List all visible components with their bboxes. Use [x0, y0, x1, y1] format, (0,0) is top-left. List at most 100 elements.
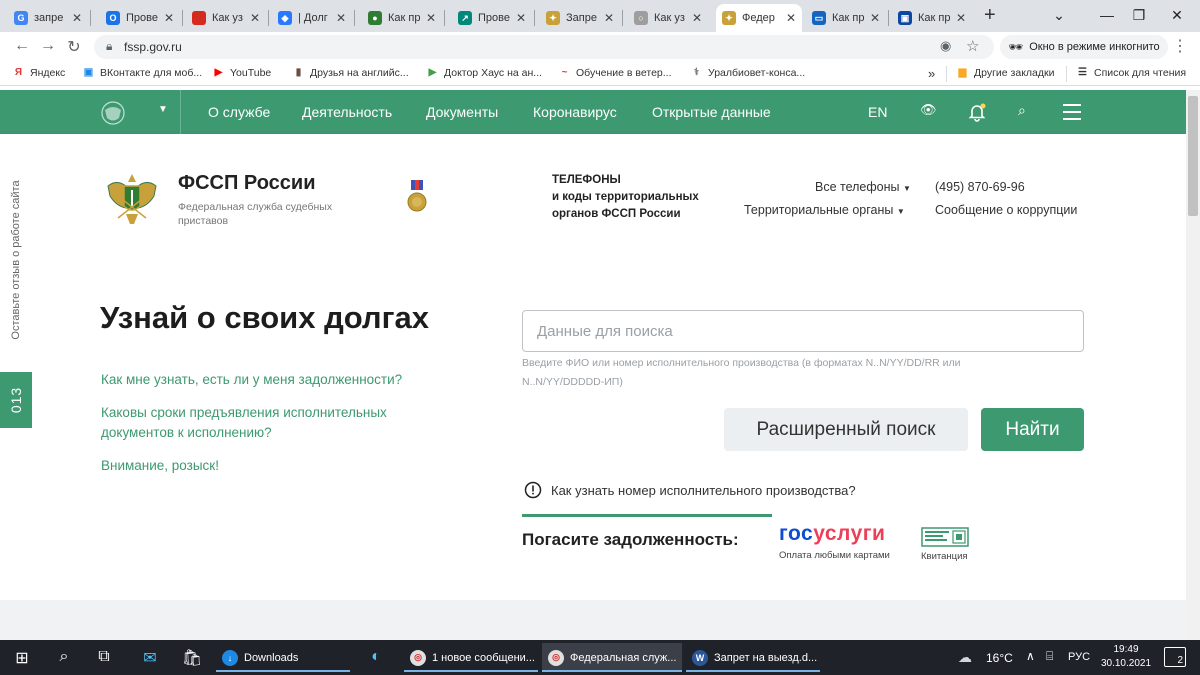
browser-tab[interactable]: Как уз ✕: [186, 4, 266, 32]
bookmark-item[interactable]: ▣ ВКонтакте для моб...: [82, 66, 202, 79]
nav-item-about[interactable]: О службе: [208, 104, 270, 120]
browser-tab[interactable]: O Прове ✕: [100, 4, 180, 32]
accessibility-eye-icon[interactable]: 👁︎: [920, 102, 937, 118]
bookmark-star-icon[interactable]: ☆: [966, 37, 979, 55]
mail-icon[interactable]: ✉: [138, 648, 162, 668]
browser-tab-strip: Gзапре ✕ O Прове ✕ Как уз ✕ ◆ | Долг ✕ ● Как пр ✕ ↗ Пр…: [0, 0, 1200, 32]
tab-search-icon[interactable]: ⌄: [1036, 0, 1082, 30]
store-icon[interactable]: 🛍︎: [180, 648, 204, 668]
browser-tab[interactable]: ↗ Прове ✕: [452, 4, 532, 32]
close-tab-icon[interactable]: ✕: [426, 11, 436, 25]
search-input[interactable]: [522, 310, 1084, 352]
gosuslugi-payment[interactable]: госуслуги Оплата любыми картами: [779, 522, 890, 561]
vk-icon: ▣: [83, 67, 94, 78]
debt-check-link[interactable]: Как мне узнать, есть ли у меня задолженн…: [101, 370, 402, 390]
deadlines-link[interactable]: Каковы сроки предъявления исполнительных…: [101, 403, 411, 443]
fssp-eagle-logo-icon[interactable]: [104, 168, 160, 228]
all-phones-dropdown[interactable]: Все телефоны ▼: [815, 180, 911, 194]
how-to-know-link[interactable]: Как узнать номер исполнительного произво…: [551, 483, 856, 498]
close-tab-icon[interactable]: ✕: [72, 11, 82, 25]
receipt-payment[interactable]: Квитанция: [921, 527, 969, 562]
other-bookmarks[interactable]: ▆ Другие закладки: [956, 66, 1055, 79]
receipt-caption: Квитанция: [921, 551, 968, 562]
scrollbar-thumb[interactable]: [1188, 96, 1198, 216]
browser-tab[interactable]: ◆ | Долг ✕: [272, 4, 352, 32]
notifications-bell-icon[interactable]: [966, 101, 988, 123]
taskbar-item[interactable]: ◎ 1 новое сообщени...: [404, 643, 538, 672]
bookmark-item[interactable]: ▶ Доктор Хаус на ан...: [426, 66, 542, 79]
clock[interactable]: 19:49 30.10.2021: [1098, 643, 1154, 671]
back-icon[interactable]: ←: [12, 37, 32, 55]
reading-list[interactable]: ☰ Список для чтения: [1076, 66, 1186, 79]
gosuslugi-caption: Оплата любыми картами: [779, 550, 890, 561]
close-tab-icon[interactable]: ✕: [870, 11, 880, 25]
russia-flag-icon: [192, 11, 206, 25]
page-scrollbar[interactable]: [1186, 90, 1200, 640]
search-taskbar-icon[interactable]: ⌕: [52, 648, 76, 666]
site-main-nav: ▼ О службе Деятельность Документы Корона…: [0, 90, 1186, 134]
lang-switch[interactable]: EN: [868, 104, 887, 120]
find-button[interactable]: Найти: [981, 408, 1084, 451]
tray-chevron-icon[interactable]: ∧: [1026, 649, 1035, 663]
bookmark-item[interactable]: Я Яндекс: [12, 66, 65, 79]
corruption-report-link[interactable]: Сообщение о коррупции: [935, 203, 1077, 217]
temperature[interactable]: 16°C: [986, 651, 1013, 665]
menu-dots-icon[interactable]: ⋮: [1170, 36, 1190, 56]
eye-off-icon[interactable]: ◉: [940, 38, 951, 54]
close-tab-icon[interactable]: ✕: [956, 11, 966, 25]
network-icon[interactable]: ⌸: [1046, 649, 1053, 664]
close-tab-icon[interactable]: ✕: [786, 11, 796, 25]
windows-start-icon[interactable]: ⊞: [10, 648, 34, 668]
forward-icon[interactable]: →: [38, 37, 58, 55]
fssp-emblem-small-icon[interactable]: [100, 100, 126, 126]
side-badge[interactable]: 013: [0, 372, 32, 428]
nav-item-open-data[interactable]: Открытые данные: [652, 104, 771, 120]
nav-dropdown-icon[interactable]: ▼: [158, 104, 168, 115]
taskbar-item[interactable]: ↓ Downloads: [216, 643, 350, 672]
weather-cloud-icon[interactable]: ☁: [958, 649, 972, 666]
browser-tab[interactable]: ● Как пр ✕: [362, 4, 442, 32]
bookmark-item[interactable]: ▶ YouTube: [212, 66, 272, 79]
browser-tab[interactable]: Gзапре ✕: [8, 4, 88, 32]
browser-tab[interactable]: ▣ Как пр ✕: [892, 4, 972, 32]
close-tab-icon[interactable]: ✕: [604, 11, 614, 25]
close-tab-icon[interactable]: ✕: [516, 11, 526, 25]
reload-icon[interactable]: ↻: [64, 37, 84, 57]
task-view-icon[interactable]: ⧉: [92, 648, 116, 666]
edge-icon[interactable]: ◐: [364, 648, 388, 666]
notification-center-icon[interactable]: 2: [1164, 647, 1186, 667]
wanted-link[interactable]: Внимание, розыск!: [101, 456, 219, 476]
bookmark-item[interactable]: ⚕ Уралбиовет-конса...: [690, 66, 805, 79]
browser-tab[interactable]: ✦ Федер ✕: [716, 4, 802, 32]
nav-item-coronavirus[interactable]: Коронавирус: [533, 104, 617, 120]
feedback-side-tab[interactable]: Оставьте отзыв о работе сайта: [0, 160, 32, 360]
hamburger-menu-icon[interactable]: [1063, 104, 1081, 120]
close-tab-icon[interactable]: ✕: [692, 11, 702, 25]
hotline-phone[interactable]: (495) 870-69-96: [935, 180, 1025, 194]
taskbar-underline: [542, 670, 682, 672]
browser-toolbar: ← → ↻ 🔒︎ fssp.gov.ru ◉ ☆ 🕶︎ Окно в режим…: [0, 32, 1200, 62]
new-tab-button[interactable]: +: [984, 4, 996, 27]
input-language[interactable]: РУС: [1068, 651, 1090, 663]
address-bar[interactable]: 🔒︎ fssp.gov.ru ◉ ☆: [94, 35, 994, 59]
site-search-icon[interactable]: ⌕: [1018, 102, 1026, 119]
browser-tab[interactable]: ✦ Запре ✕: [540, 4, 620, 32]
close-tab-icon[interactable]: ✕: [336, 11, 346, 25]
bookmark-item[interactable]: ▮ Друзья на английс...: [292, 66, 409, 79]
close-window-icon[interactable]: ✕: [1154, 0, 1200, 30]
taskbar-item[interactable]: W Запрет на выезд.d...: [686, 643, 820, 672]
advanced-search-button[interactable]: Расширенный поиск: [724, 408, 968, 451]
close-tab-icon[interactable]: ✕: [250, 11, 260, 25]
green-underline: [522, 514, 772, 517]
nav-item-activity[interactable]: Деятельность: [302, 104, 392, 120]
incognito-indicator[interactable]: 🕶︎ Окно в режиме инкогнито: [1000, 35, 1168, 59]
more-bookmarks-icon[interactable]: »: [928, 66, 935, 81]
territorial-dropdown[interactable]: Территориальные органы ▼: [744, 203, 905, 217]
phones-title[interactable]: ТЕЛЕФОНЫ и коды территориальных органов …: [552, 172, 699, 223]
close-tab-icon[interactable]: ✕: [164, 11, 174, 25]
bookmark-item[interactable]: ~ Обучение в ветер...: [558, 66, 672, 79]
taskbar-item[interactable]: ◎ Федеральная служ...: [542, 643, 682, 672]
browser-tab[interactable]: ▭ Как пр ✕: [806, 4, 886, 32]
browser-tab[interactable]: ○ Как уз ✕: [628, 4, 708, 32]
nav-item-documents[interactable]: Документы: [426, 104, 498, 120]
